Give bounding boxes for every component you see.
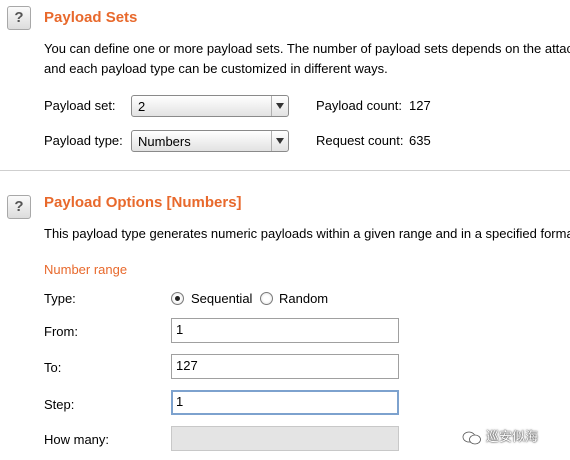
wechat-icon [462, 431, 481, 444]
how-many-input [171, 426, 399, 451]
watermark: 巡安似海 [462, 426, 538, 445]
step-label: Step: [44, 397, 75, 412]
number-range-label: Number range [44, 262, 128, 277]
payload-set-dropdown[interactable]: 2 [131, 95, 289, 117]
payload-count-label: Payload count: [316, 98, 403, 113]
payload-count-value: 127 [409, 98, 431, 113]
watermark-text: 巡安似海 [486, 429, 539, 444]
radio-sequential-label[interactable]: Sequential [191, 291, 252, 306]
help-icon[interactable]: ? [7, 195, 31, 219]
section-divider [0, 170, 570, 171]
radio-random[interactable] [260, 292, 273, 305]
radio-sequential[interactable] [171, 292, 184, 305]
payload-type-dropdown[interactable]: Numbers [131, 130, 289, 152]
payload-sets-title: Payload Sets [44, 9, 138, 26]
help-icon[interactable]: ? [7, 6, 31, 30]
radio-random-label[interactable]: Random [279, 291, 328, 306]
to-label: To: [44, 360, 62, 375]
payload-set-label: Payload set: [44, 98, 116, 113]
payload-options-title: Payload Options [Numbers] [44, 194, 242, 211]
to-input[interactable]: 127 [171, 354, 399, 379]
payload-type-label: Payload type: [44, 133, 123, 148]
request-count-label: Request count: [316, 133, 404, 148]
from-input[interactable]: 1 [171, 318, 399, 343]
payload-sets-description-line1: You can define one or more payload sets.… [44, 41, 570, 56]
request-count-value: 635 [409, 133, 431, 148]
how-many-label: How many: [44, 432, 110, 447]
payload-sets-description-line2: and each payload type can be customized … [44, 61, 388, 76]
payload-type-value: Numbers [138, 134, 191, 149]
step-input[interactable]: 1 [171, 390, 399, 415]
type-label: Type: [44, 291, 76, 306]
chevron-down-icon [271, 96, 288, 116]
from-label: From: [44, 324, 78, 339]
payload-set-value: 2 [138, 99, 146, 114]
chevron-down-icon [271, 131, 288, 151]
payload-options-description: This payload type generates numeric payl… [44, 226, 570, 241]
